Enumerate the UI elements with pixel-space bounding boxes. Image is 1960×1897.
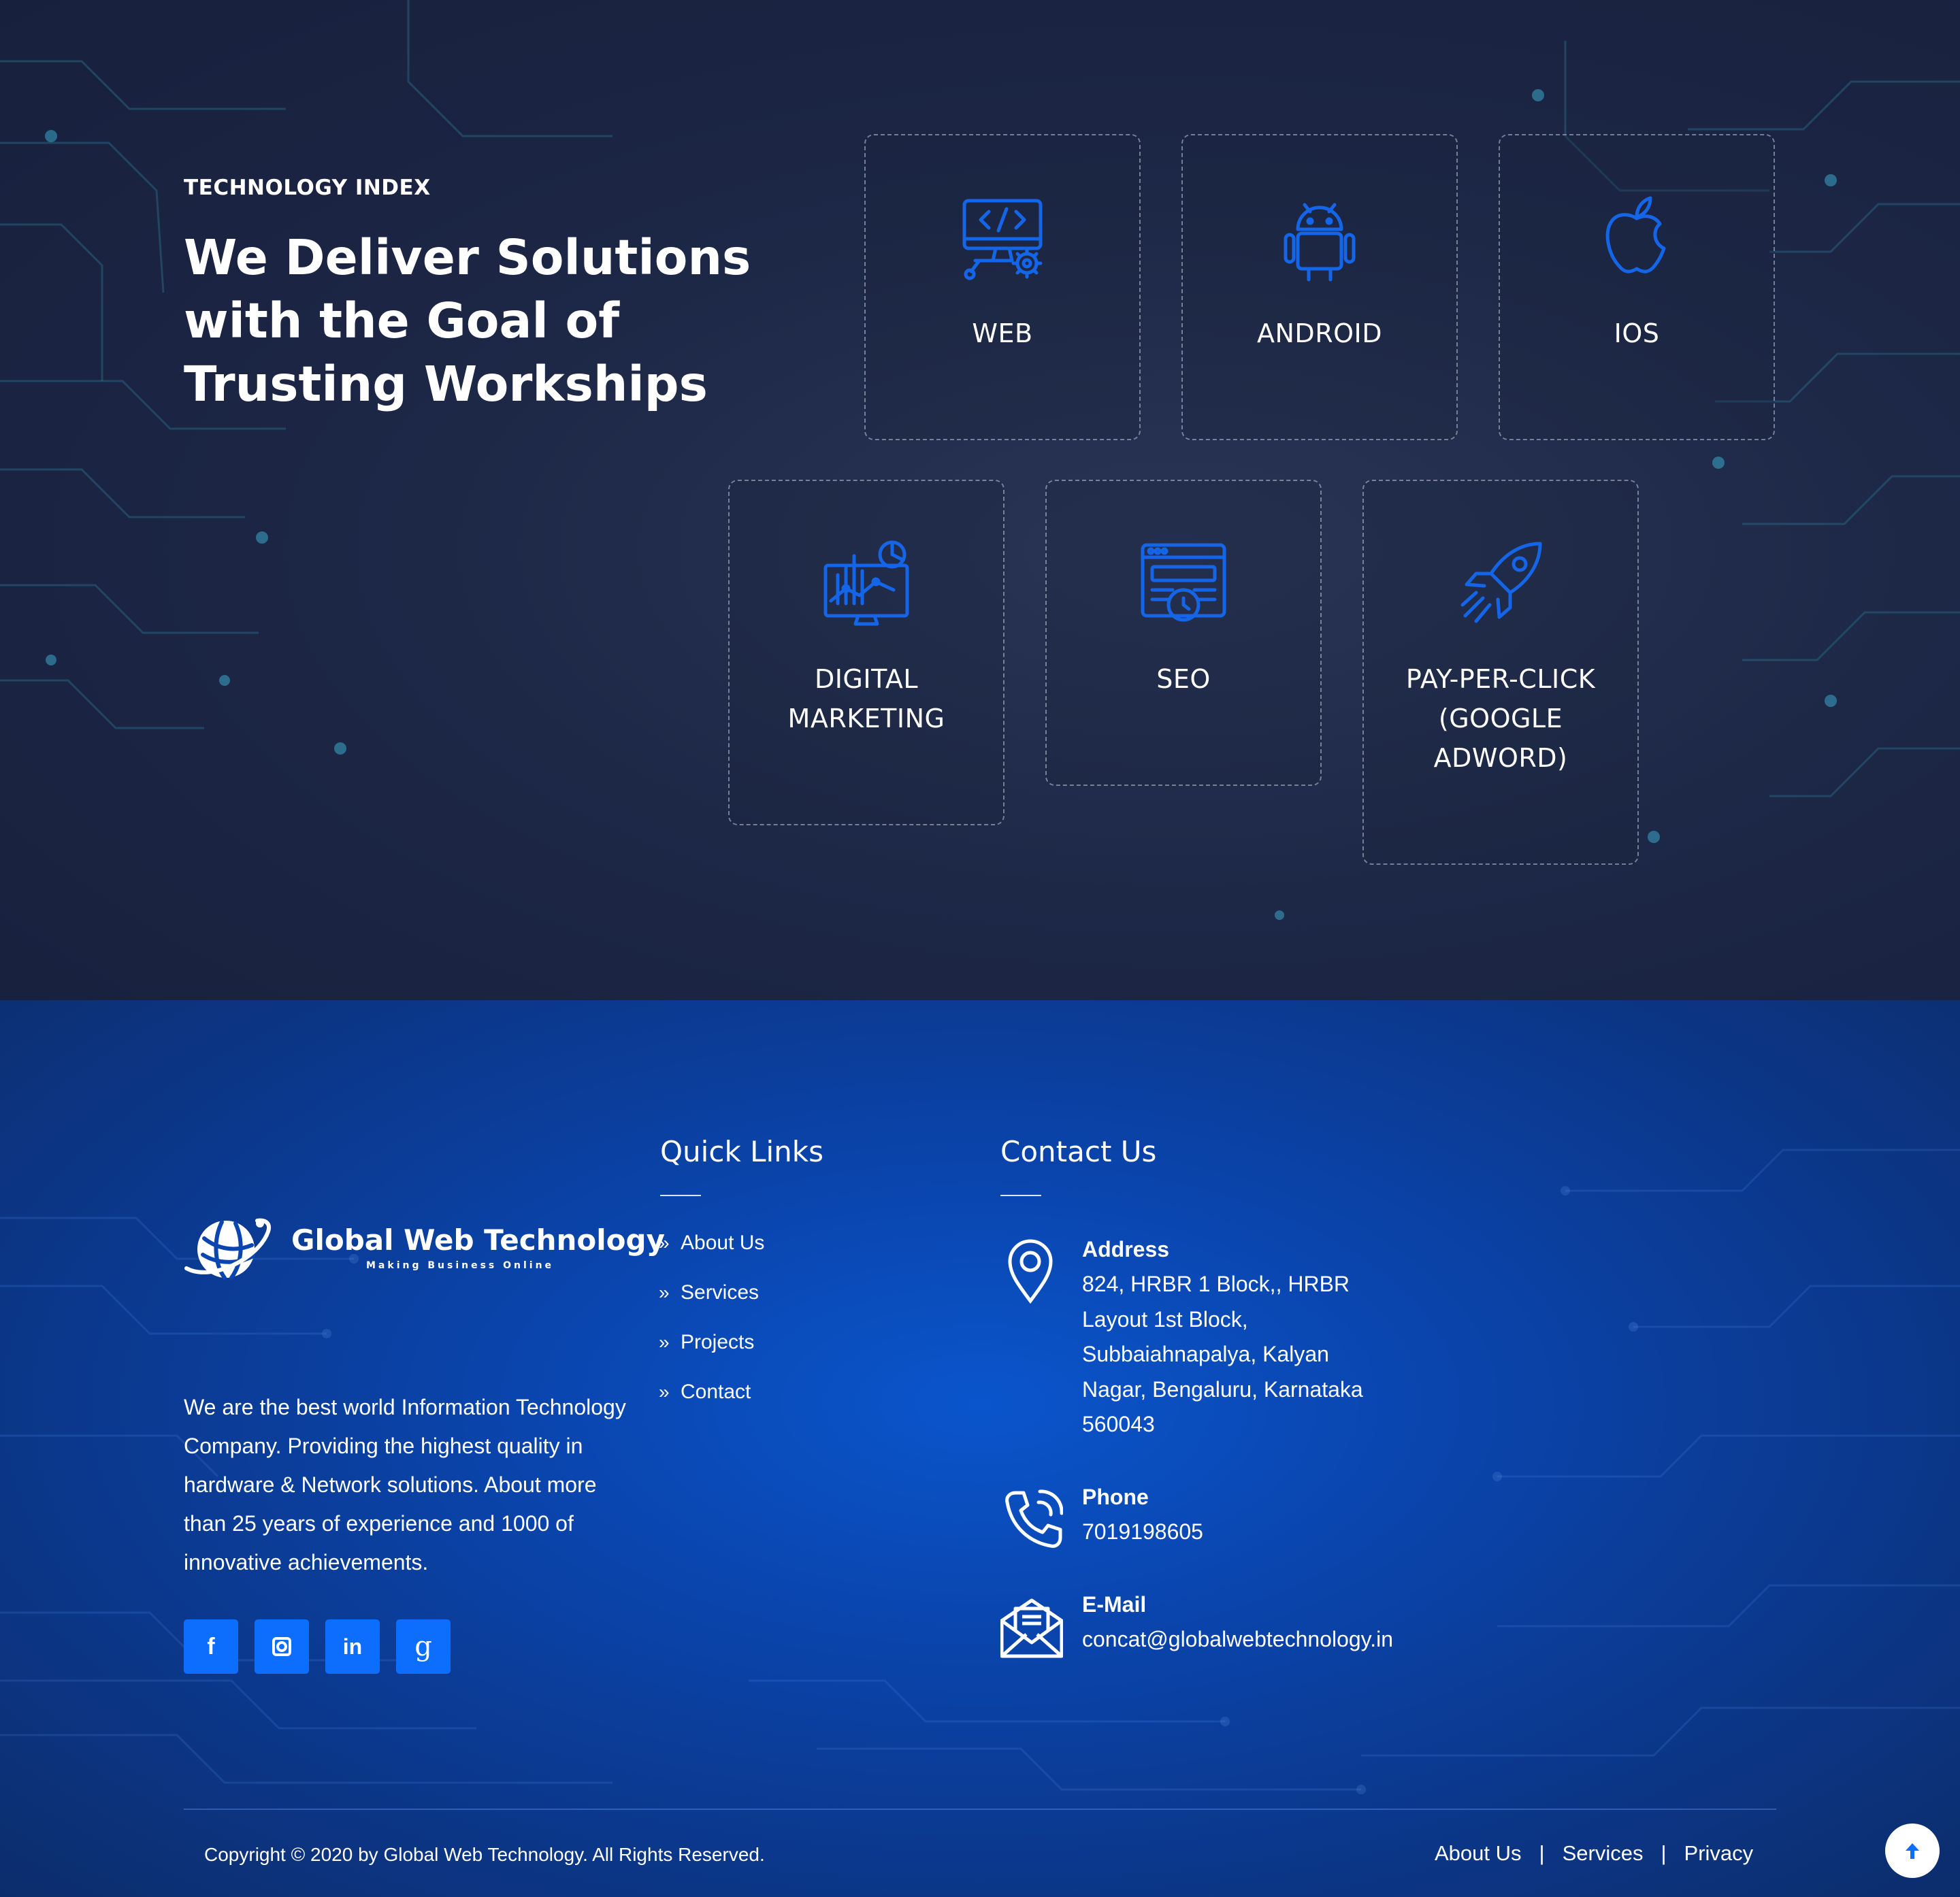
globe-logo-icon [184, 1218, 271, 1280]
double-chevron-right-icon: » [659, 1332, 670, 1353]
facebook-icon: f [207, 1633, 215, 1660]
email-value[interactable]: concat@globalwebtechnology.in [1082, 1622, 1463, 1657]
apple-icon [1589, 190, 1684, 285]
envelope-icon [1000, 1598, 1063, 1658]
linkedin-icon: in [342, 1634, 363, 1659]
double-chevron-right-icon: » [659, 1232, 670, 1253]
bottom-link-services[interactable]: Services [1563, 1841, 1644, 1866]
facebook-button[interactable]: f [184, 1619, 238, 1674]
analytics-dashboard-icon [819, 535, 914, 631]
heading-underline [660, 1195, 701, 1196]
bottom-link-about-us[interactable]: About Us [1435, 1841, 1522, 1866]
quick-link-contact[interactable]: » Contact [659, 1381, 751, 1404]
linkedin-button[interactable]: in [325, 1619, 380, 1674]
link-separator: | [1539, 1841, 1545, 1865]
quick-link-label: About Us [681, 1232, 765, 1254]
service-label: IOS [1614, 318, 1660, 348]
double-chevron-right-icon: » [659, 1282, 670, 1303]
logo-tagline: Making Business Online [366, 1260, 555, 1271]
bottom-links: About Us | Services | Privacy [1435, 1841, 1753, 1866]
footer-logo[interactable]: Global Web Technology Making Business On… [184, 1211, 665, 1293]
google-icon: g [414, 1631, 432, 1662]
section-heading: We Deliver Solutions with the Goal of Tr… [184, 229, 751, 412]
phone-icon [1005, 1489, 1063, 1548]
web-development-icon [955, 190, 1050, 285]
service-label: ANDROID [1257, 318, 1382, 348]
phone-value[interactable]: 7019198605 [1082, 1515, 1395, 1550]
site-footer: Global Web Technology Making Business On… [0, 1000, 1960, 1897]
double-chevron-right-icon: » [659, 1381, 670, 1402]
arrow-up-icon [1906, 1843, 1919, 1859]
location-pin-icon [1008, 1239, 1053, 1304]
google-button[interactable]: g [396, 1619, 451, 1674]
service-label: SEO [1156, 664, 1211, 694]
service-card-web[interactable]: WEB [864, 134, 1141, 440]
service-label: PAY-PER-CLICK (GOOGLE ADWORD) [1405, 664, 1596, 773]
android-icon [1272, 190, 1367, 285]
heading-underline [1000, 1195, 1041, 1196]
service-card-seo[interactable]: SEO [1045, 480, 1322, 786]
quick-link-about-us[interactable]: » About Us [659, 1232, 764, 1255]
rocket-icon [1453, 535, 1548, 631]
contact-label: E-Mail [1082, 1592, 1147, 1617]
service-card-ios[interactable]: IOS [1499, 134, 1775, 440]
scroll-to-top-button[interactable] [1885, 1824, 1940, 1878]
quick-link-services[interactable]: » Services [659, 1281, 759, 1304]
contact-label: Phone [1082, 1485, 1149, 1509]
company-description: We are the best world Information Techno… [184, 1395, 626, 1574]
seo-browser-icon [1136, 535, 1231, 631]
quick-link-label: Projects [681, 1331, 755, 1353]
service-card-android[interactable]: ANDROID [1181, 134, 1458, 440]
contact-label: Address [1082, 1237, 1170, 1261]
technology-section: TECHNOLOGY INDEX We Deliver Solutions wi… [0, 0, 1960, 1000]
footer-divider [184, 1809, 1776, 1810]
instagram-button[interactable] [255, 1619, 309, 1674]
service-card-digital-marketing[interactable]: DIGITAL MARKETING [728, 480, 1004, 825]
service-card-pay-per-click[interactable]: PAY-PER-CLICK (GOOGLE ADWORD) [1362, 480, 1639, 865]
contact-heading: Contact Us [1000, 1135, 1157, 1168]
quick-link-label: Services [681, 1281, 760, 1304]
quick-link-projects[interactable]: » Projects [659, 1331, 754, 1354]
bottom-link-privacy[interactable]: Privacy [1684, 1841, 1754, 1866]
logo-name: Global Web Technology [291, 1223, 665, 1257]
link-separator: | [1661, 1841, 1667, 1865]
instagram-icon [272, 1637, 291, 1656]
quick-link-label: Contact [681, 1381, 751, 1403]
service-label: DIGITAL MARKETING [787, 664, 945, 733]
address-value: 824, HRBR 1 Block,, HRBR Layout 1st Bloc… [1082, 1272, 1363, 1436]
service-label: WEB [972, 318, 1033, 348]
copyright-text: Copyright © 2020 by Global Web Technolog… [204, 1844, 765, 1865]
quick-links-heading: Quick Links [660, 1135, 824, 1168]
section-eyebrow: TECHNOLOGY INDEX [184, 176, 431, 200]
